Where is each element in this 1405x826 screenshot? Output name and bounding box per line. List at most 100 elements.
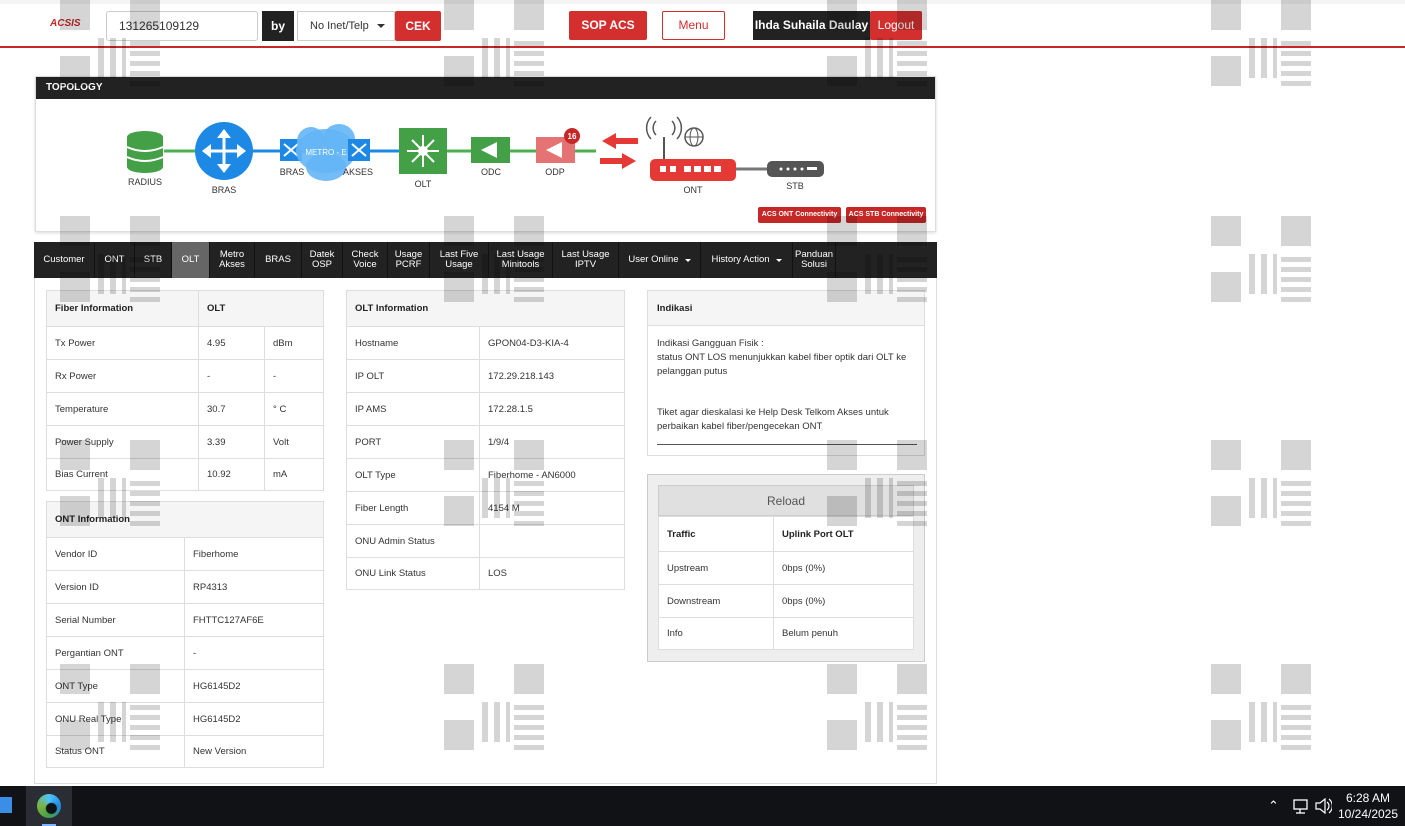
row-unit: Volt — [264, 425, 324, 459]
tab-ont[interactable]: ONT — [95, 242, 135, 278]
tab-label: History Action — [711, 254, 770, 265]
sop-acs-button[interactable]: SOP ACS — [569, 11, 647, 40]
row-value: RP4313 — [184, 570, 324, 604]
row-label: Pergantian ONT — [46, 636, 185, 670]
user-name-badge[interactable]: Ihda Suhaila Daulay — [753, 11, 870, 40]
row-unit: - — [264, 359, 324, 393]
clock-time: 6:28 AM — [1345, 791, 1391, 805]
mail-icon[interactable] — [0, 797, 12, 813]
bidirectional-arrows-icon — [600, 133, 638, 169]
table-row: Vendor ID Fiberhome — [46, 537, 324, 571]
tab-last-usage-minitools[interactable]: Last Usage Minitools — [489, 242, 553, 278]
row-label: Version ID — [46, 570, 185, 604]
acsis-logo[interactable]: ACSIS — [50, 18, 81, 29]
table-row: ONU Real Type HG6145D2 — [46, 702, 324, 736]
logout-button[interactable]: Logout — [870, 11, 922, 40]
tab-metro-akses[interactable]: Metro Akses — [210, 242, 255, 278]
row-label: Status ONT — [46, 735, 185, 768]
table-header-row: Fiber Information OLT — [46, 290, 324, 327]
table-row: Power Supply 3.39 Volt — [46, 425, 324, 459]
tab-label: Panduan Solusi — [795, 250, 833, 270]
traffic-table: Traffic Uplink Port OLT Upstream 0bps (0%… — [658, 516, 914, 650]
label-metro-e: METRO - E — [305, 148, 347, 157]
tab-history-action[interactable]: History Action — [701, 242, 793, 278]
odc-icon[interactable] — [471, 137, 510, 163]
label-stb: STB — [786, 181, 804, 191]
row-value: Fiberhome - AN6000 — [479, 458, 625, 492]
row-label: ONU Link Status — [346, 557, 480, 590]
row-value: LOS — [479, 557, 625, 590]
table-row: Fiber Length 4154 M — [346, 491, 625, 525]
divider — [657, 444, 917, 445]
uplink-header: Uplink Port OLT — [773, 516, 914, 552]
olt-icon[interactable] — [399, 128, 447, 174]
table-header-row: OLT Information — [346, 290, 625, 327]
radius-icon[interactable] — [126, 131, 164, 173]
label-bras-switch: BRAS — [279, 167, 305, 177]
row-label: ONU Admin Status — [346, 524, 480, 558]
row-label: ONT Type — [46, 669, 185, 703]
menu-button[interactable]: Menu — [662, 11, 725, 40]
row-label: Bias Current — [46, 458, 199, 491]
row-label: Vendor ID — [46, 537, 185, 571]
row-value: 4154 M — [479, 491, 625, 525]
row-value: 3.39 — [198, 425, 265, 459]
odp-badge: 16 — [564, 128, 580, 144]
indikasi-body: Indikasi Gangguan Fisik : status ONT LOS… — [648, 326, 924, 445]
table-row: ONT Type HG6145D2 — [46, 669, 324, 703]
tab-label-line2: Voice — [353, 259, 377, 270]
row-value: HG6145D2 — [184, 669, 324, 703]
row-unit: ° C — [264, 392, 324, 426]
tab-panduan-solusi[interactable]: Panduan Solusi — [793, 242, 836, 278]
tab-stb[interactable]: STB — [135, 242, 172, 278]
row-label: Hostname — [346, 326, 480, 360]
acs-ont-connectivity-button[interactable]: ACS ONT Connectivity — [758, 207, 841, 223]
row-label: Downstream — [658, 584, 774, 618]
tab-bras[interactable]: BRAS — [255, 242, 302, 278]
ont-device-icon[interactable] — [650, 159, 736, 181]
row-label: Rx Power — [46, 359, 199, 393]
bras-router-icon[interactable] — [195, 122, 253, 180]
tab-label-line2: IPTV — [574, 259, 597, 270]
table-row: Hostname GPON04-D3-KIA-4 — [346, 326, 625, 360]
search-input[interactable]: 131265109129 — [106, 11, 258, 41]
tab-customer[interactable]: Customer — [34, 242, 95, 278]
tab-bar: Customer ONT STB OLT Metro Akses BRAS Dat… — [34, 242, 937, 278]
reload-button[interactable]: Reload — [658, 485, 914, 516]
olt-info-header: OLT Information — [346, 290, 625, 327]
table-row: Tx Power 4.95 dBm — [46, 326, 324, 360]
table-row: Pergantian ONT - — [46, 636, 324, 670]
row-label: Fiber Length — [346, 491, 480, 525]
tab-label: OLT — [181, 254, 200, 265]
search-type-select[interactable]: No Inet/Telp — [297, 11, 395, 41]
edge-taskbar-button[interactable] — [26, 786, 72, 826]
row-value: FHTTC127AF6E — [184, 603, 324, 637]
cek-button[interactable]: CEK — [395, 11, 441, 41]
row-value: Fiberhome — [184, 537, 324, 571]
qr-watermark — [1211, 664, 1311, 750]
volume-icon[interactable] — [1314, 786, 1333, 826]
row-value: New Version — [184, 735, 324, 768]
tab-check-voice[interactable]: Check Voice — [343, 242, 388, 278]
tab-label: ONT — [104, 254, 125, 265]
stb-device-icon[interactable] — [767, 161, 824, 177]
chevron-up-icon[interactable]: ⌃ — [1268, 786, 1279, 826]
tab-label: Customer — [43, 254, 85, 265]
table-row: Bias Current 10.92 mA — [46, 458, 324, 491]
tab-usage-pcrf[interactable]: Usage PCRF — [388, 242, 430, 278]
tab-last-five-usage[interactable]: Last Five Usage — [430, 242, 489, 278]
acs-stb-connectivity-button[interactable]: ACS STB Connectivity — [846, 207, 926, 223]
tab-datek-osp[interactable]: Datek OSP — [302, 242, 343, 278]
row-unit: dBm — [264, 326, 324, 360]
row-value: GPON04-D3-KIA-4 — [479, 326, 625, 360]
tab-label-line2: Usage — [445, 259, 473, 270]
row-value: - — [198, 359, 265, 393]
tab-olt[interactable]: OLT — [172, 242, 210, 278]
tab-last-usage-iptv[interactable]: Last Usage IPTV — [553, 242, 619, 278]
windows-taskbar: ⌃ 6:28 AM 10/24/2025 — [0, 786, 1405, 826]
system-clock[interactable]: 6:28 AM 10/24/2025 — [1336, 790, 1400, 822]
tab-label: User Online — [628, 254, 679, 265]
tab-label: Metro Akses — [219, 250, 245, 270]
network-icon[interactable] — [1292, 786, 1310, 826]
tab-user-online[interactable]: User Online — [619, 242, 701, 278]
